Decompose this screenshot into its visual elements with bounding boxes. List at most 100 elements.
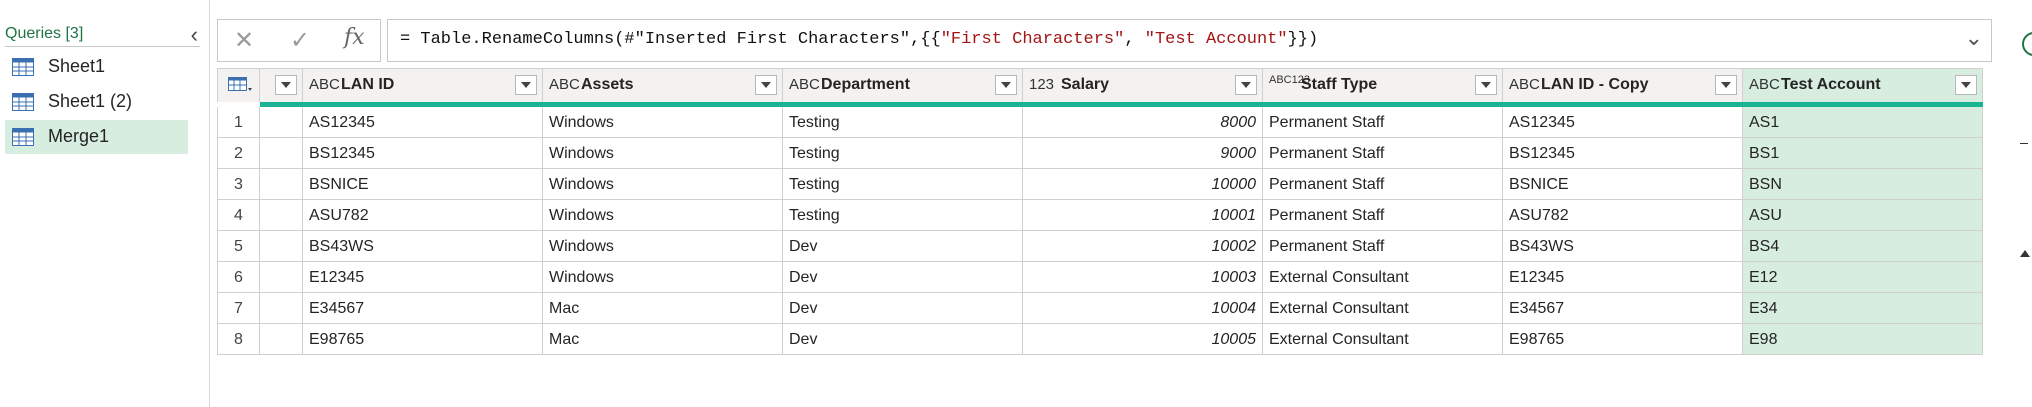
text-type-icon[interactable]: ABC [789,76,820,93]
cell-staff-type[interactable]: Permanent Staff [1263,231,1503,262]
cell-test-account[interactable]: BS1 [1743,138,1983,169]
cell-lan-id-copy[interactable]: BS43WS [1503,231,1743,262]
cell-lan-id[interactable]: BSNICE [303,169,543,200]
cell-lan-id-copy[interactable]: E98765 [1503,324,1743,355]
cell-assets[interactable]: Windows [543,200,783,231]
column-filter-dropdown[interactable] [275,75,297,95]
column-header-lan-id[interactable]: ABC LAN ID [303,68,543,102]
row-number[interactable]: 5 [217,231,260,262]
cell-lan-id[interactable]: E34567 [303,293,543,324]
cell-assets[interactable]: Mac [543,293,783,324]
fx-icon[interactable]: fx [344,25,365,50]
cell-test-account[interactable]: ASU [1743,200,1983,231]
cell-test-account[interactable]: E12 [1743,262,1983,293]
column-header-salary[interactable]: 123 Salary [1023,68,1263,102]
cell-assets[interactable]: Windows [543,107,783,138]
cell-test-account[interactable]: E34 [1743,293,1983,324]
cell-lan-id-copy[interactable]: BS12345 [1503,138,1743,169]
commit-edit-icon[interactable]: ✓ [290,26,310,54]
cell-salary[interactable]: 10005 [1023,324,1263,355]
cell-test-account[interactable]: BS4 [1743,231,1983,262]
refresh-icon[interactable] [2022,32,2032,56]
row-number[interactable]: 8 [217,324,260,355]
text-type-icon[interactable]: ABC [1749,76,1780,93]
cell-department[interactable]: Dev [783,293,1023,324]
cell-lan-id-copy[interactable]: E34567 [1503,293,1743,324]
row-number[interactable]: 6 [217,262,260,293]
cell-test-account[interactable]: AS1 [1743,107,1983,138]
column-header-test-account[interactable]: ABC Test Account [1743,68,1983,102]
column-header-lan-id-copy[interactable]: ABC LAN ID - Copy [1503,68,1743,102]
cell-salary[interactable]: 10000 [1023,169,1263,200]
row-number[interactable]: 7 [217,293,260,324]
cell-lan-id-copy[interactable]: E12345 [1503,262,1743,293]
text-type-icon[interactable]: ABC [309,76,340,93]
cell-lan-id[interactable]: BS12345 [303,138,543,169]
cell-lan-id[interactable]: AS12345 [303,107,543,138]
cell-staff-type[interactable]: Permanent Staff [1263,169,1503,200]
cell-assets[interactable]: Windows [543,231,783,262]
cell-staff-type[interactable]: External Consultant [1263,324,1503,355]
cell-department[interactable]: Testing [783,169,1023,200]
cancel-edit-icon[interactable]: ✕ [234,26,254,54]
column-header-department[interactable]: ABC Department [783,68,1023,102]
column-filter-dropdown[interactable] [515,75,537,95]
column-filter-dropdown[interactable] [1955,75,1977,95]
row-number[interactable]: 3 [217,169,260,200]
chevron-down-icon[interactable]: ⌄ [1965,26,1983,52]
query-item-sheet1[interactable]: Sheet1 [5,50,188,84]
cell-salary[interactable]: 8000 [1023,107,1263,138]
blank-cell[interactable] [260,169,303,200]
blank-cell[interactable] [260,231,303,262]
cell-salary[interactable]: 9000 [1023,138,1263,169]
cell-test-account[interactable]: E98 [1743,324,1983,355]
cell-lan-id[interactable]: E12345 [303,262,543,293]
table-menu-cell[interactable] [217,68,260,102]
cell-salary[interactable]: 10002 [1023,231,1263,262]
cell-salary[interactable]: 10001 [1023,200,1263,231]
cell-department[interactable]: Testing [783,138,1023,169]
query-item-merge1[interactable]: Merge1 [5,120,188,154]
column-filter-dropdown[interactable] [1475,75,1497,95]
blank-cell[interactable] [260,324,303,355]
column-filter-dropdown[interactable] [1715,75,1737,95]
collapse-pane-icon[interactable]: ‹ [191,22,198,48]
cell-lan-id-copy[interactable]: AS12345 [1503,107,1743,138]
column-header-assets[interactable]: ABC Assets [543,68,783,102]
blank-cell[interactable] [260,200,303,231]
formula-input[interactable]: = Table.RenameColumns(#"Inserted First C… [387,19,1992,62]
cell-lan-id[interactable]: BS43WS [303,231,543,262]
cell-salary[interactable]: 10003 [1023,262,1263,293]
cell-lan-id[interactable]: ASU782 [303,200,543,231]
cell-department[interactable]: Dev [783,231,1023,262]
cell-department[interactable]: Testing [783,200,1023,231]
row-number[interactable]: 4 [217,200,260,231]
cell-staff-type[interactable]: Permanent Staff [1263,107,1503,138]
text-type-icon[interactable]: ABC [549,76,580,93]
column-filter-dropdown[interactable] [995,75,1017,95]
scroll-up-icon[interactable] [2020,250,2030,257]
query-item-sheet1-2[interactable]: Sheet1 (2) [5,85,188,119]
blank-cell[interactable] [260,262,303,293]
cell-salary[interactable]: 10004 [1023,293,1263,324]
cell-department[interactable]: Dev [783,324,1023,355]
column-filter-dropdown[interactable] [755,75,777,95]
cell-assets[interactable]: Windows [543,138,783,169]
cell-lan-id-copy[interactable]: ASU782 [1503,200,1743,231]
column-filter-dropdown[interactable] [1235,75,1257,95]
cell-assets[interactable]: Windows [543,262,783,293]
table-menu-icon[interactable] [228,77,252,93]
row-number[interactable]: 1 [217,107,260,138]
cell-department[interactable]: Dev [783,262,1023,293]
row-number[interactable]: 2 [217,138,260,169]
cell-staff-type[interactable]: Permanent Staff [1263,200,1503,231]
cell-assets[interactable]: Mac [543,324,783,355]
blank-cell[interactable] [260,138,303,169]
cell-lan-id-copy[interactable]: BSNICE [1503,169,1743,200]
text-type-icon[interactable]: ABC [1509,76,1540,93]
cell-staff-type[interactable]: External Consultant [1263,262,1503,293]
column-header-staff-type[interactable]: ABC123 Staff Type [1263,68,1503,102]
cell-department[interactable]: Testing [783,107,1023,138]
number-type-icon[interactable]: 123 [1029,76,1054,93]
cell-staff-type[interactable]: External Consultant [1263,293,1503,324]
